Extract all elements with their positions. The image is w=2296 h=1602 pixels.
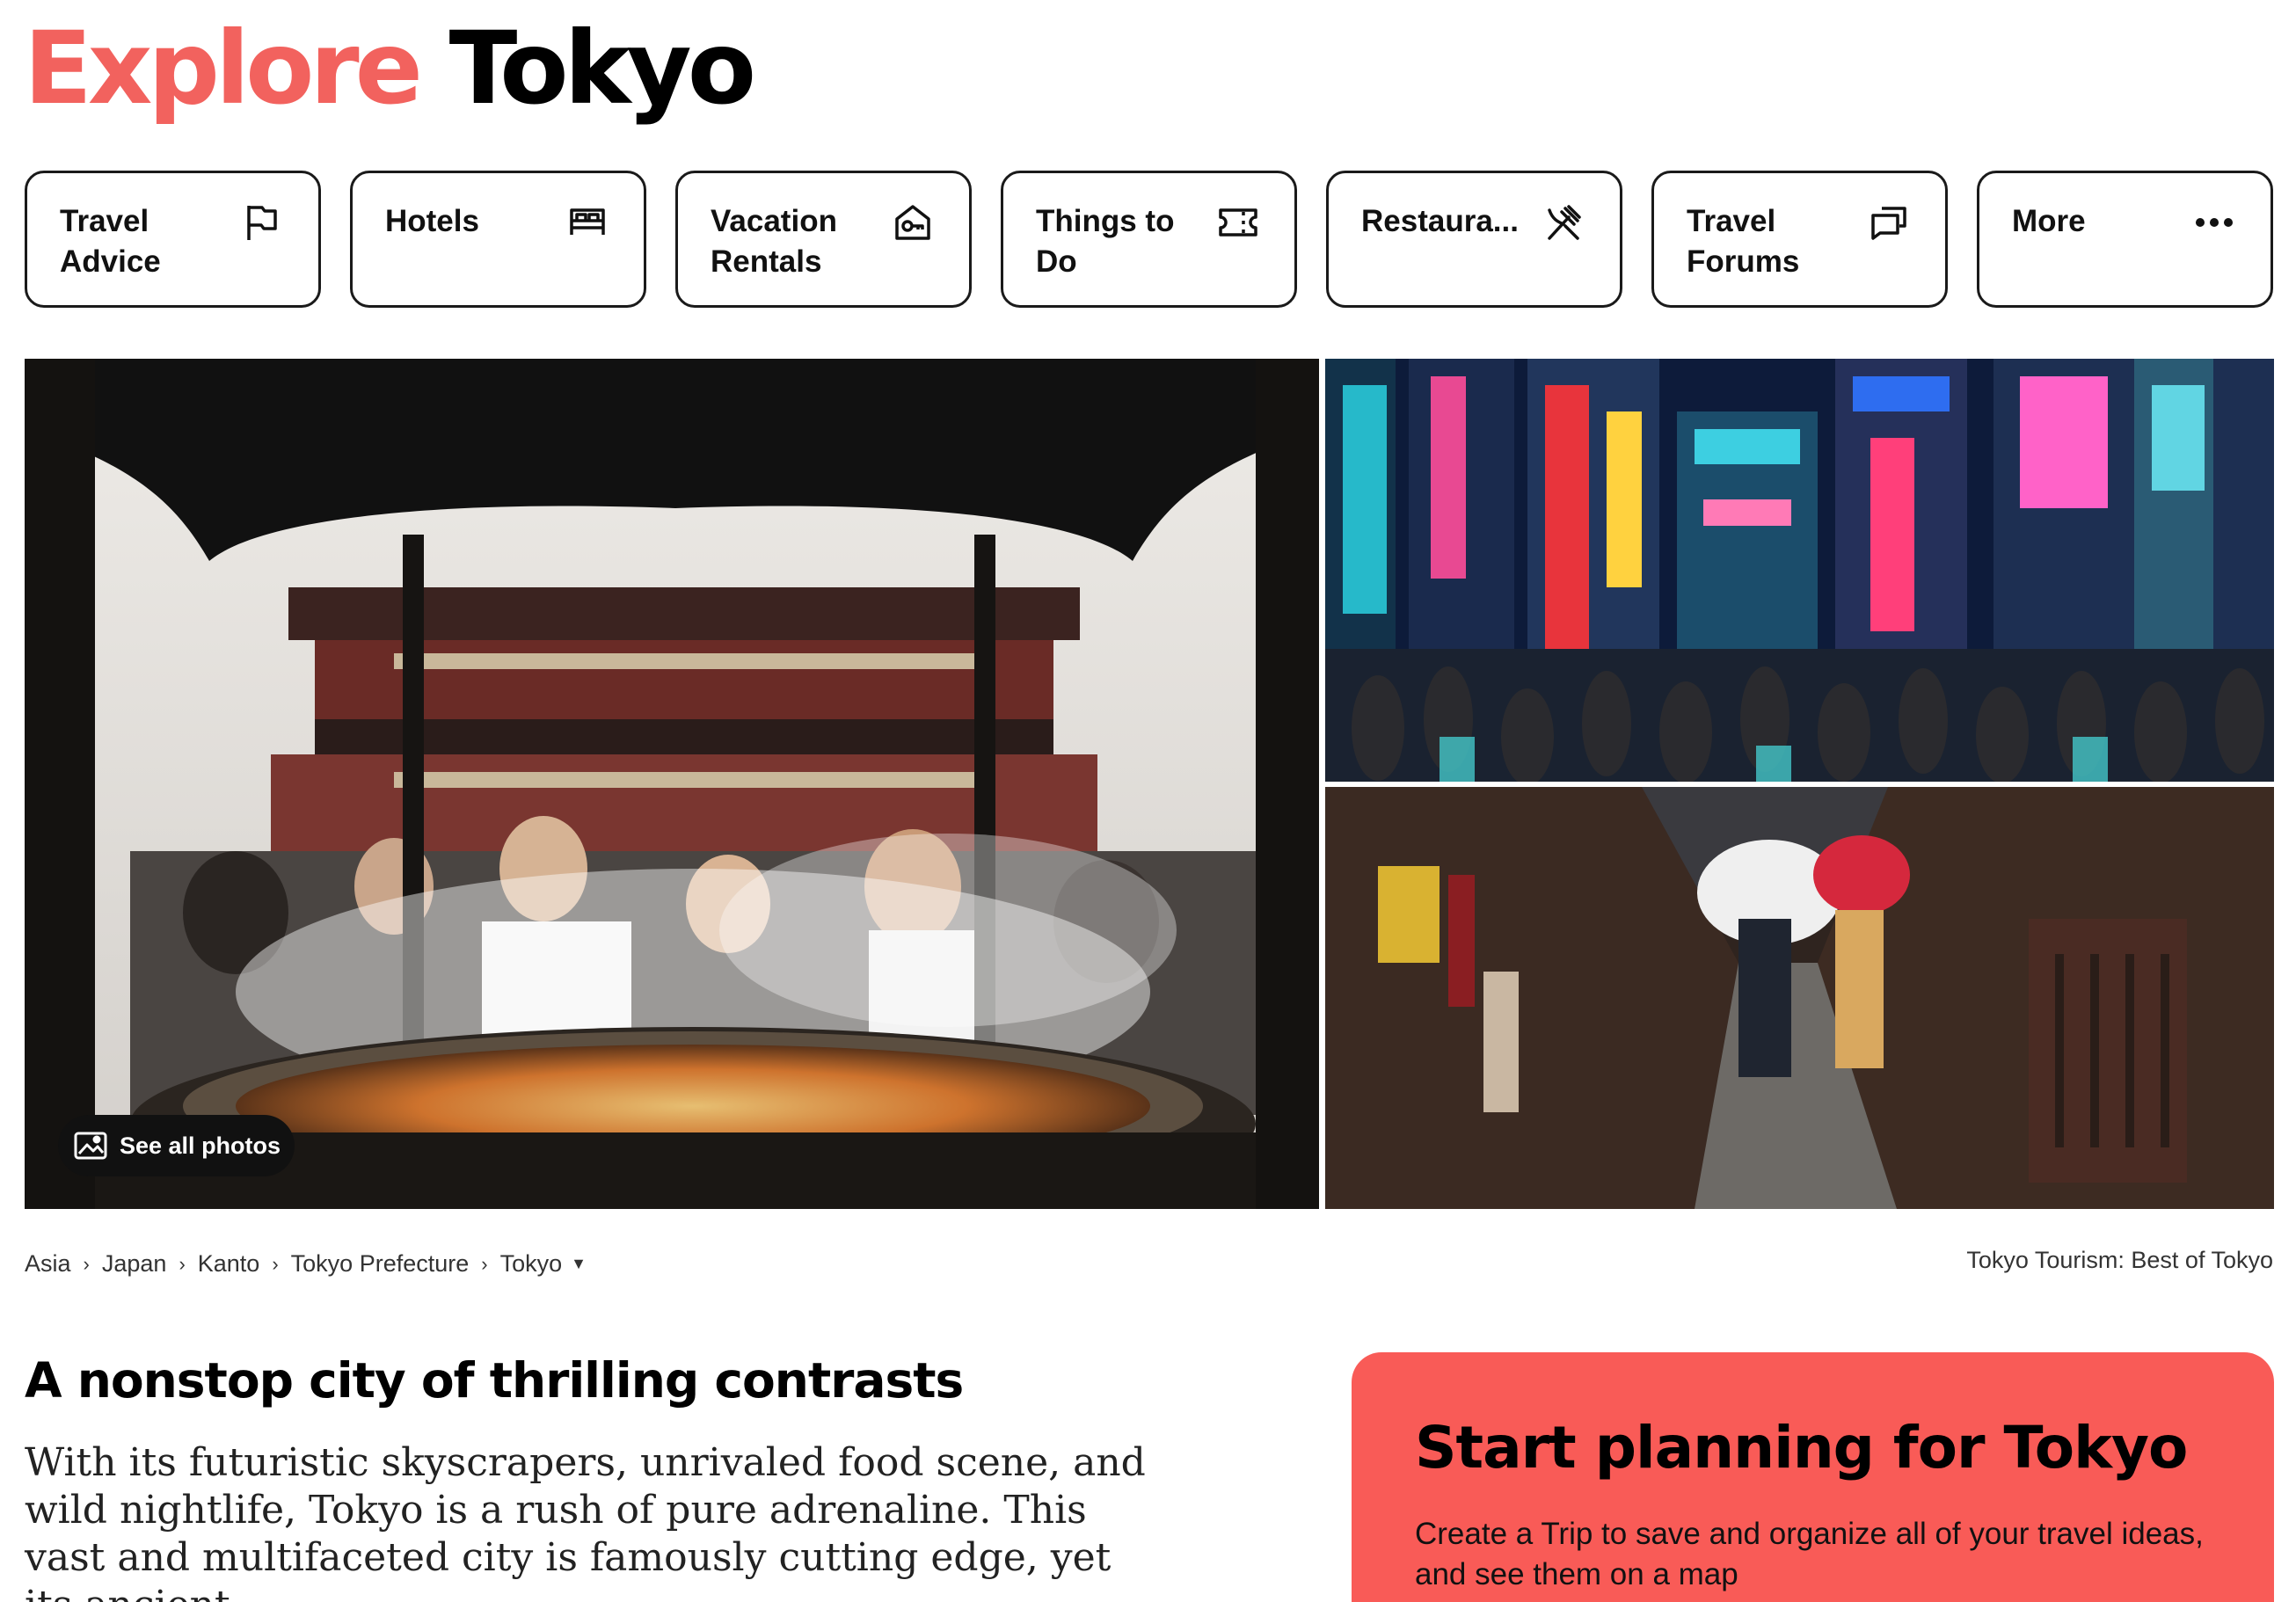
image-icon <box>74 1132 107 1160</box>
house-key-icon <box>892 201 934 244</box>
chevron-right-icon: › <box>481 1252 488 1275</box>
title-city: Tokyo <box>448 10 756 127</box>
ellipsis-icon <box>2193 201 2235 244</box>
nav-label: Vacation Rentals <box>711 204 837 279</box>
nav-label: Travel Forums <box>1687 204 1800 279</box>
category-nav: Travel Advice Hotels Vacation Rentals Th… <box>25 171 2273 308</box>
nav-label: Things to Do <box>1036 204 1175 279</box>
flag-icon <box>241 201 283 244</box>
plan-card-title: Start planning for Tokyo <box>1415 1414 2188 1482</box>
nav-hotels-button[interactable]: Hotels <box>350 171 646 308</box>
chat-bubbles-icon <box>1868 201 1910 244</box>
plan-trip-card[interactable]: Start planning for Tokyo Create a Trip t… <box>1352 1352 2274 1602</box>
chevron-right-icon: › <box>179 1252 186 1275</box>
caret-down-icon[interactable]: ▼ <box>571 1255 587 1273</box>
nav-restaurants-button[interactable]: Restaura... <box>1326 171 1622 308</box>
breadcrumb-tokyo-prefecture[interactable]: Tokyo Prefecture <box>291 1250 470 1278</box>
nav-more-button[interactable]: More <box>1977 171 2273 308</box>
main-photo-temple-incense[interactable]: See all photos <box>25 359 1319 1209</box>
photo-kimono-alley[interactable] <box>1325 787 2274 1209</box>
nav-vacation-rentals-button[interactable]: Vacation Rentals <box>675 171 972 308</box>
article-headline: A nonstop city of thrilling contrasts <box>25 1352 964 1409</box>
plan-card-text: Create a Trip to save and organize all o… <box>1415 1517 2204 1591</box>
see-all-label: See all photos <box>120 1132 281 1159</box>
nav-label: Travel Advice <box>60 204 161 279</box>
title-accent: Explore <box>24 10 423 127</box>
nav-label: Restaura... <box>1361 204 1519 238</box>
breadcrumb: Asia › Japan › Kanto › Tokyo Prefecture … <box>25 1250 587 1278</box>
page: Explore Tokyo Travel Advice Hotels Vacat… <box>0 0 2296 1602</box>
fork-knife-icon <box>1542 201 1585 244</box>
article-intro: With its futuristic skyscrapers, unrival… <box>25 1440 1146 1602</box>
bed-icon <box>566 201 609 244</box>
see-all-photos-button[interactable]: See all photos <box>58 1115 295 1176</box>
chevron-right-icon: › <box>272 1252 279 1275</box>
breadcrumb-asia[interactable]: Asia <box>25 1250 71 1278</box>
photo-neon-street[interactable] <box>1325 359 2274 782</box>
nav-label: Hotels <box>385 204 479 238</box>
breadcrumb-tokyo[interactable]: Tokyo <box>500 1250 563 1278</box>
ticket-icon <box>1217 201 1259 244</box>
nav-things-to-do-button[interactable]: Things to Do <box>1001 171 1297 308</box>
breadcrumb-kanto[interactable]: Kanto <box>198 1250 260 1278</box>
nav-travel-advice-button[interactable]: Travel Advice <box>25 171 321 308</box>
nav-label: More <box>2012 204 2086 238</box>
nav-travel-forums-button[interactable]: Travel Forums <box>1651 171 1948 308</box>
breadcrumb-japan[interactable]: Japan <box>102 1250 167 1278</box>
page-title: Explore Tokyo <box>24 10 756 127</box>
photo-mosaic: See all photos <box>25 359 2274 1209</box>
tourism-label: Tokyo Tourism: Best of Tokyo <box>1966 1247 2273 1273</box>
chevron-right-icon: › <box>83 1252 90 1275</box>
